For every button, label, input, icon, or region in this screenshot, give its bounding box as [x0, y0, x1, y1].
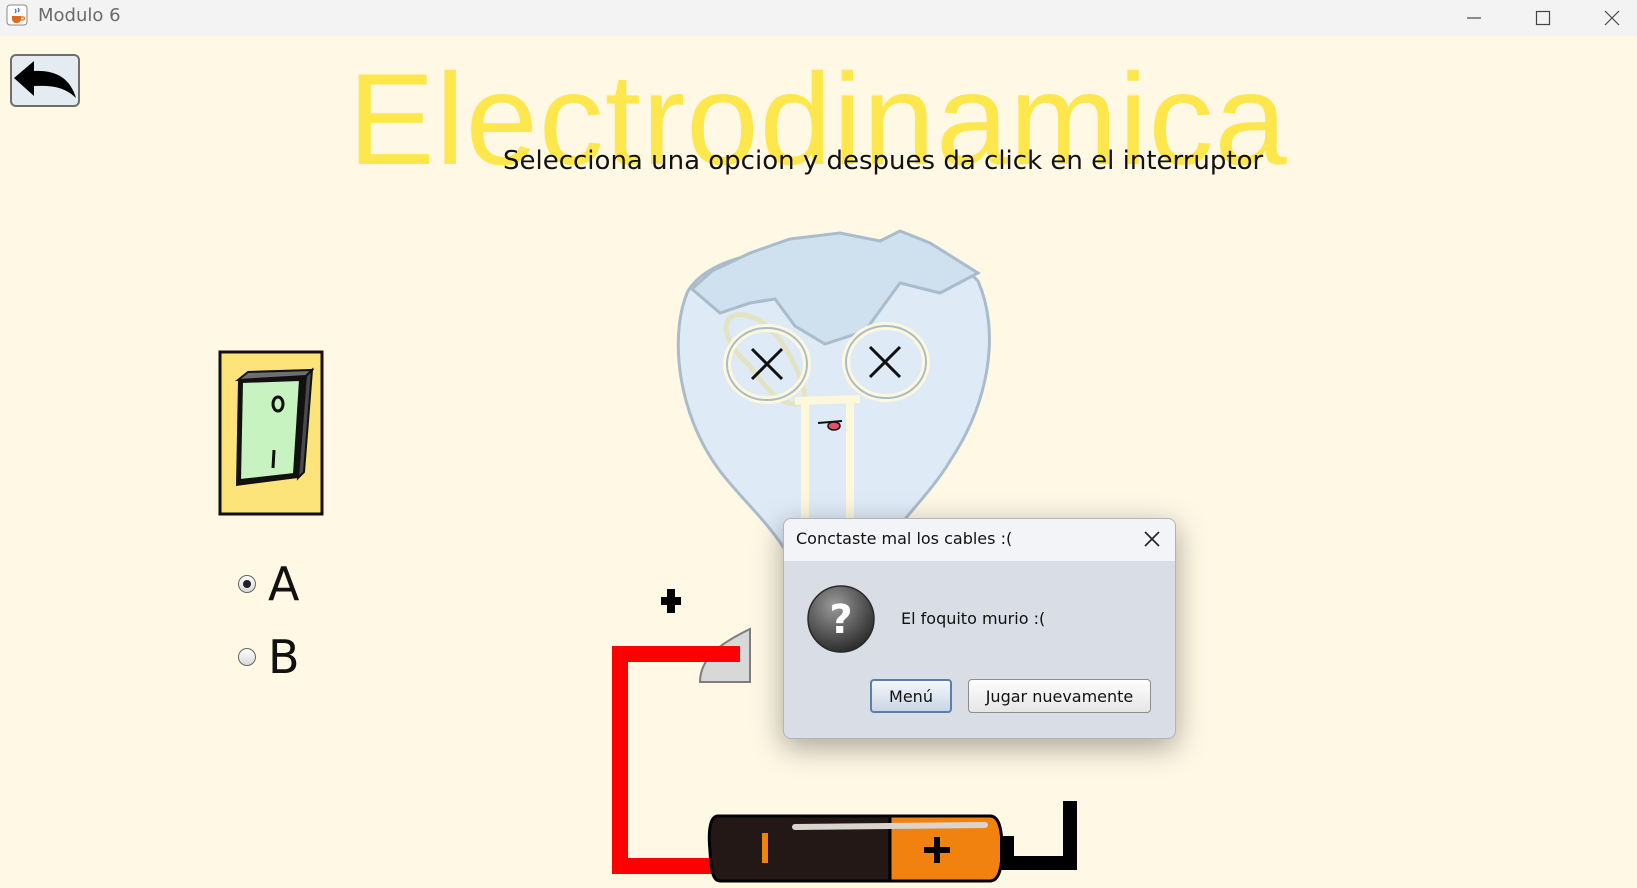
- radio-button-unselected[interactable]: [238, 648, 256, 666]
- java-cup-icon: [6, 4, 28, 26]
- close-icon: [1604, 10, 1620, 26]
- option-b-radio[interactable]: B: [238, 634, 300, 680]
- question-icon: ?: [807, 585, 875, 653]
- instructions-text: Selecciona una opcion y despues da click…: [503, 146, 1264, 176]
- circuit-switch[interactable]: [218, 350, 324, 516]
- dialog-message: El foquito murio :(: [901, 609, 1046, 628]
- dialog-header: Conctaste mal los cables :(: [784, 519, 1175, 561]
- error-dialog: Conctaste mal los cables :( ? El foquito…: [783, 518, 1176, 739]
- back-arrow-icon: [14, 60, 76, 98]
- option-a-radio[interactable]: A: [238, 561, 299, 607]
- radio-button-selected[interactable]: [238, 575, 256, 593]
- minimize-icon: [1467, 17, 1481, 19]
- close-button[interactable]: [1577, 0, 1637, 36]
- content-panel: Electrodinamica Selecciona una opcion y …: [0, 36, 1637, 888]
- window-title: Modulo 6: [38, 5, 121, 26]
- battery-image: [707, 814, 1014, 883]
- switch-on-mark: [271, 449, 276, 469]
- plus-sign: [661, 589, 681, 613]
- back-button[interactable]: [10, 54, 80, 107]
- play-again-button[interactable]: Jugar nuevamente: [968, 679, 1151, 713]
- dialog-title: Conctaste mal los cables :(: [796, 529, 1013, 548]
- option-b-label: B: [268, 630, 300, 684]
- minimize-button[interactable]: [1439, 0, 1509, 36]
- menu-button[interactable]: Menú: [870, 679, 952, 713]
- option-a-label: A: [268, 557, 300, 611]
- maximize-button[interactable]: [1508, 0, 1578, 36]
- dialog-close-icon[interactable]: [1141, 528, 1163, 550]
- svg-text:?: ?: [829, 597, 852, 643]
- maximize-icon: [1535, 10, 1551, 26]
- window-titlebar: Modulo 6: [0, 0, 1637, 36]
